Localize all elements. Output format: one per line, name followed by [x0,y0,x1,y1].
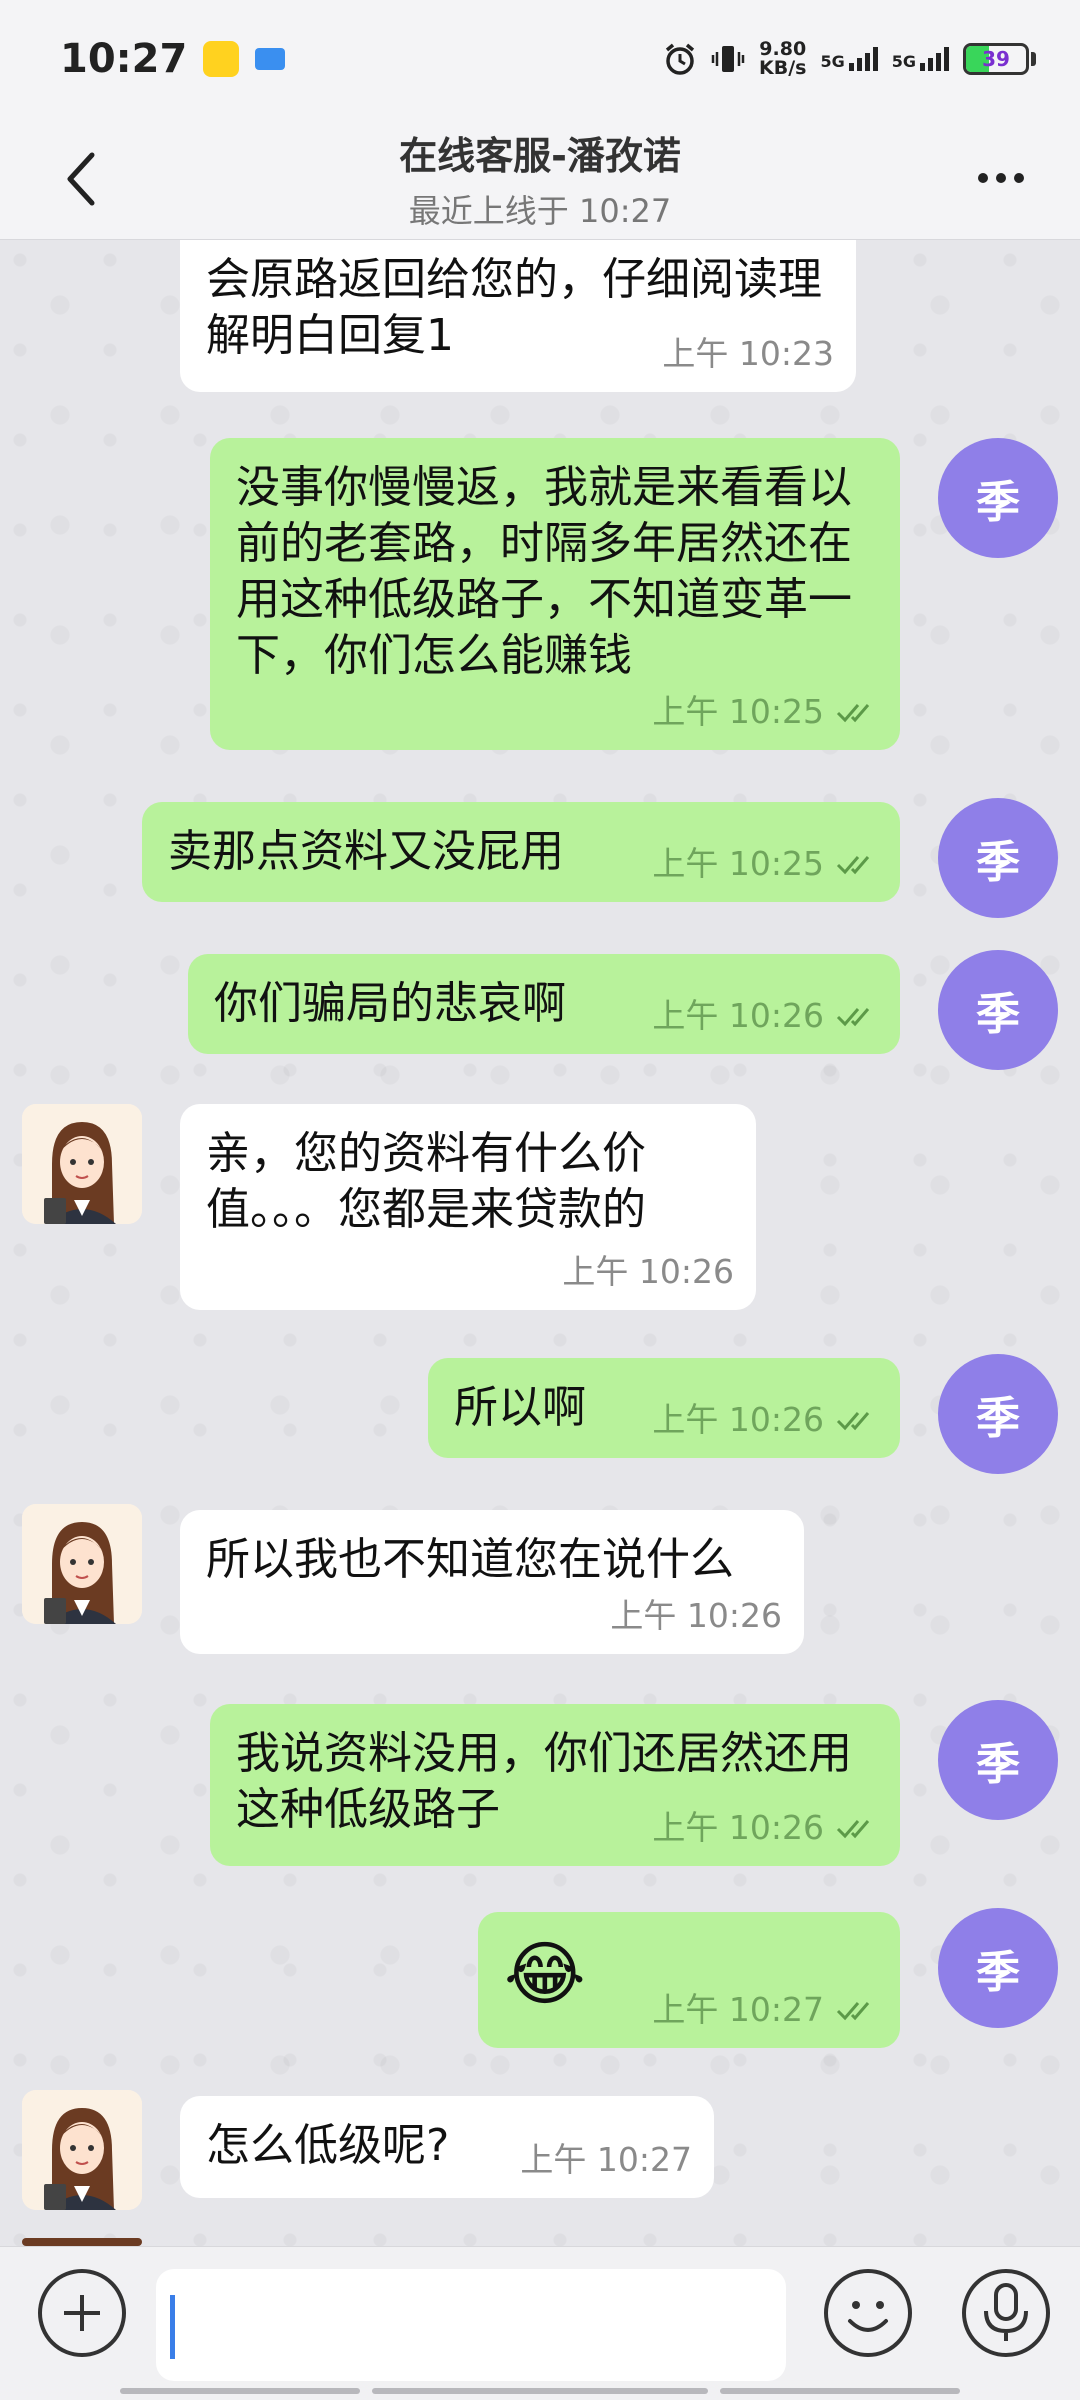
message-bubble-outgoing[interactable]: 😂 上午 10:27 [478,1912,900,2048]
message-time: 上午 10:26 [610,1596,782,1635]
message-meta: 上午 10:26 [652,1800,878,1856]
message-text: 你们骗局的悲哀啊 [214,978,566,1029]
my-avatar[interactable]: 季 [938,438,1058,558]
my-avatar[interactable]: 季 [938,798,1058,918]
message-text: 怎么低级呢? [206,2120,450,2171]
message-time: 上午 10:25 [652,692,824,731]
nav-indicator [372,2388,708,2394]
status-left: 10:27 [60,36,286,82]
message-time: 上午 10:27 [520,2140,692,2179]
message-bubble-incoming[interactable]: 怎么低级呢? 上午 10:27 [180,2096,714,2198]
network-type-1: 5G [820,52,845,71]
status-time: 10:27 [60,36,188,82]
message-bubble-incoming[interactable]: 亲，您的资料有什么价值。。。您都是来贷款的 上午 10:26 [180,1104,756,1310]
agent-avatar[interactable] [22,1104,142,1224]
battery-cap [1031,52,1036,66]
agent-avatar-icon [22,1104,142,1224]
message-text: 亲，您的资料有什么价值。。。您都是来贷款的 [206,1128,646,1235]
message-bubble-outgoing[interactable]: 没事你慢慢返，我就是来看看以前的老套路，时隔多年居然还在用这种低级路子，不知道变… [210,438,900,750]
plus-icon [64,2295,100,2331]
network-type-2: 5G [891,52,916,71]
nav-indicator [120,2388,360,2394]
vibrate-icon [711,46,745,72]
message-time: 上午 10:27 [652,1990,824,2029]
read-ticks-icon [836,2002,870,2021]
message-bubble-outgoing[interactable]: 我说资料没用，你们还居然还用这种低级路子 上午 10:26 [210,1704,900,1866]
message-time: 上午 10:25 [652,844,824,883]
my-avatar[interactable]: 季 [938,1354,1058,1474]
input-bar [0,2246,1080,2400]
app-notification-icon [203,41,240,77]
microphone-icon [984,2283,1028,2341]
read-ticks-icon [836,704,870,723]
speed-unit: KB/s [759,57,807,79]
attach-button[interactable] [38,2269,126,2357]
message-input[interactable] [156,2269,786,2381]
message-bubble-outgoing[interactable]: 卖那点资料又没屁用 上午 10:25 [142,802,900,902]
message-meta: 上午 10:23 [662,326,834,382]
message-bubble-outgoing[interactable]: 所以啊 上午 10:26 [428,1358,900,1458]
nav-indicator [720,2388,960,2394]
voice-button[interactable] [962,2269,1050,2357]
message-meta: 上午 10:27 [520,2132,692,2188]
chat-title: 在线客服-潘孜诺 [399,134,681,178]
emoji-icon [848,2301,888,2332]
battery-level: 39 [982,47,1010,71]
message-time: 上午 10:26 [652,996,824,1035]
message-bubble-incoming[interactable]: 会原路返回给您的，仔细阅读理解明白回复1 上午 10:23 [180,240,856,392]
signal-bars-icon-2 [920,47,949,71]
message-time: 上午 10:26 [652,1400,824,1439]
message-meta: 上午 10:26 [610,1588,782,1644]
message-time: 上午 10:26 [652,1808,824,1847]
my-avatar[interactable]: 季 [938,950,1058,1070]
back-arrow-icon [67,152,95,206]
back-button[interactable] [52,144,112,214]
read-ticks-icon [836,1008,870,1027]
message-meta: 上午 10:26 [652,1392,878,1448]
agent-avatar-icon [22,2090,142,2210]
message-meta: 上午 10:25 [652,684,878,740]
my-avatar[interactable]: 季 [938,1700,1058,1820]
last-seen: 最近上线于 10:27 [408,192,672,230]
app-notification-icon-2 [255,48,286,70]
signal-bars-icon [848,47,878,71]
battery-icon: 39 [963,43,1029,75]
read-ticks-icon [836,856,870,875]
message-text: 所以我也不知道您在说什么 [206,1534,734,1585]
message-meta: 上午 10:25 [652,836,878,892]
agent-avatar[interactable] [22,1504,142,1624]
status-bar: 10:27 9.80 KB/s 5G 5G 39 [0,0,1080,118]
alarm-icon [665,43,695,75]
message-list[interactable]: 会原路返回给您的，仔细阅读理解明白回复1 上午 10:23 没事你慢慢返，我就是… [0,240,1080,2246]
message-meta: 上午 10:26 [562,1244,734,1300]
signal-2: 5G [892,47,949,71]
message-text: 卖那点资料又没屁用 [168,826,564,877]
emoji-button[interactable] [824,2269,912,2357]
message-emoji: 😂 [504,1933,586,2015]
chat-header: 在线客服-潘孜诺 最近上线于 10:27 [0,118,1080,240]
status-right: 9.80 KB/s 5G 5G 39 [663,40,1036,78]
message-time: 上午 10:23 [662,334,834,373]
my-avatar[interactable]: 季 [938,1908,1058,2028]
agent-avatar[interactable] [22,2090,142,2210]
message-text: 所以啊 [454,1382,586,1433]
more-dots-icon [978,173,988,183]
text-cursor [170,2295,175,2359]
message-text: 没事你慢慢返，我就是来看看以前的老套路，时隔多年居然还在用这种低级路子，不知道变… [236,462,852,681]
message-meta: 上午 10:27 [652,1982,878,2038]
message-bubble-outgoing[interactable]: 你们骗局的悲哀啊 上午 10:26 [188,954,900,1054]
read-ticks-icon [836,1412,870,1431]
chat-title-block[interactable]: 在线客服-潘孜诺 最近上线于 10:27 [399,125,681,232]
message-bubble-incoming[interactable]: 所以我也不知道您在说什么 上午 10:26 [180,1510,804,1654]
signal-1: 5G [820,47,878,71]
read-ticks-icon [836,1820,870,1839]
more-options-button[interactable] [966,148,1036,208]
network-speed: 9.80 KB/s [759,40,806,78]
message-time: 上午 10:26 [562,1252,734,1291]
agent-avatar-icon [22,1504,142,1624]
agent-avatar-partial [22,2238,142,2246]
message-meta: 上午 10:26 [652,988,878,1044]
battery-indicator: 39 [963,43,1036,75]
